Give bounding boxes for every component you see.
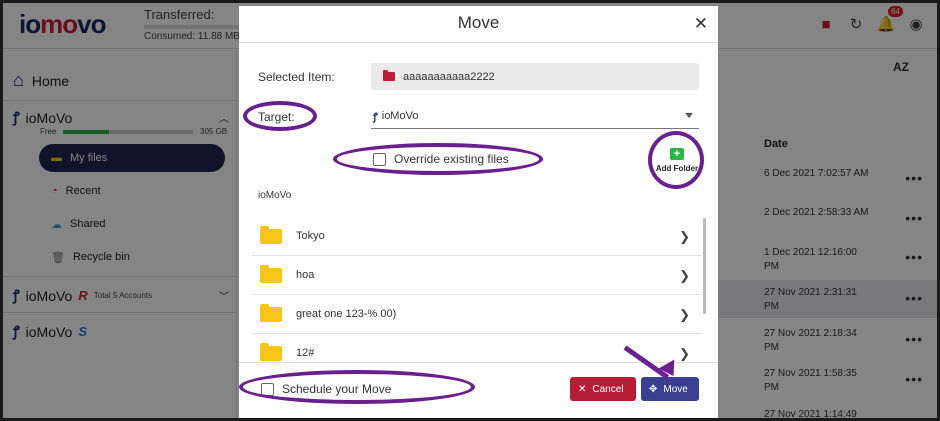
folder-icon — [260, 342, 282, 361]
add-folder-icon: + — [670, 148, 684, 160]
chevron-right-icon[interactable]: ❯ — [679, 268, 690, 284]
chevron-right-icon[interactable]: ❯ — [679, 229, 690, 245]
cancel-button[interactable]: ✕ Cancel — [570, 377, 636, 401]
override-checkbox-row[interactable]: Override existing files — [373, 152, 509, 166]
caret-down-icon — [685, 113, 693, 118]
scrollbar[interactable] — [703, 218, 706, 314]
folder-name: Tokyo — [296, 230, 325, 242]
move-button[interactable]: ✥ Move — [641, 377, 699, 401]
target-value: ioMoVo — [381, 109, 419, 122]
target-label: Target: — [258, 110, 295, 124]
screenshot-frame: iomovo Transferred: Consumed: 11.88 MB ■… — [0, 0, 940, 421]
selected-item-value: aaaaaaaaaaa2222 — [403, 70, 495, 83]
target-select[interactable]: ꝭ ioMoVo — [371, 103, 699, 129]
dialog-title: Move — [457, 13, 500, 32]
folder-list: Tokyo ❯ hoa ❯ great one 123-% 00) ❯ 12# … — [252, 217, 702, 365]
list-item[interactable]: hoa ❯ — [252, 256, 702, 295]
folder-name: 12# — [296, 347, 315, 359]
list-item[interactable]: Tokyo ❯ — [252, 217, 702, 256]
chevron-right-icon[interactable]: ❯ — [679, 307, 690, 323]
cancel-label: Cancel — [592, 383, 624, 395]
close-icon: ✕ — [578, 383, 587, 395]
iomovo-logo-icon: ꝭ — [373, 111, 378, 123]
schedule-checkbox-row[interactable]: Schedule your Move — [261, 382, 391, 396]
schedule-checkbox[interactable] — [261, 382, 274, 396]
list-item[interactable]: 12# ❯ — [252, 334, 702, 365]
folder-icon — [260, 264, 282, 283]
chevron-right-icon[interactable]: ❯ — [679, 346, 690, 362]
folder-name: great one 123-% 00) — [296, 308, 397, 320]
move-label: Move — [663, 383, 688, 395]
override-label: Override existing files — [394, 152, 509, 166]
divider — [239, 42, 718, 43]
folder-icon — [260, 303, 282, 322]
move-dialog: Move ✕ Selected Item: aaaaaaaaaaa2222 Ta… — [239, 6, 718, 418]
folder-icon — [260, 225, 282, 244]
folder-icon — [383, 70, 395, 81]
close-icon[interactable]: ✕ — [694, 14, 708, 34]
override-checkbox[interactable] — [373, 152, 386, 166]
move-icon: ✥ — [649, 383, 658, 395]
folder-name: hoa — [296, 269, 315, 281]
schedule-label: Schedule your Move — [282, 382, 392, 396]
list-item[interactable]: great one 123-% 00) ❯ — [252, 295, 702, 334]
current-path: ioMoVo — [258, 190, 292, 201]
selected-item-label: Selected Item: — [258, 70, 335, 84]
add-folder-label: Add Folder — [655, 164, 699, 173]
add-folder-button[interactable]: + Add Folder — [652, 144, 702, 184]
selected-item-field: aaaaaaaaaaa2222 — [371, 63, 699, 90]
